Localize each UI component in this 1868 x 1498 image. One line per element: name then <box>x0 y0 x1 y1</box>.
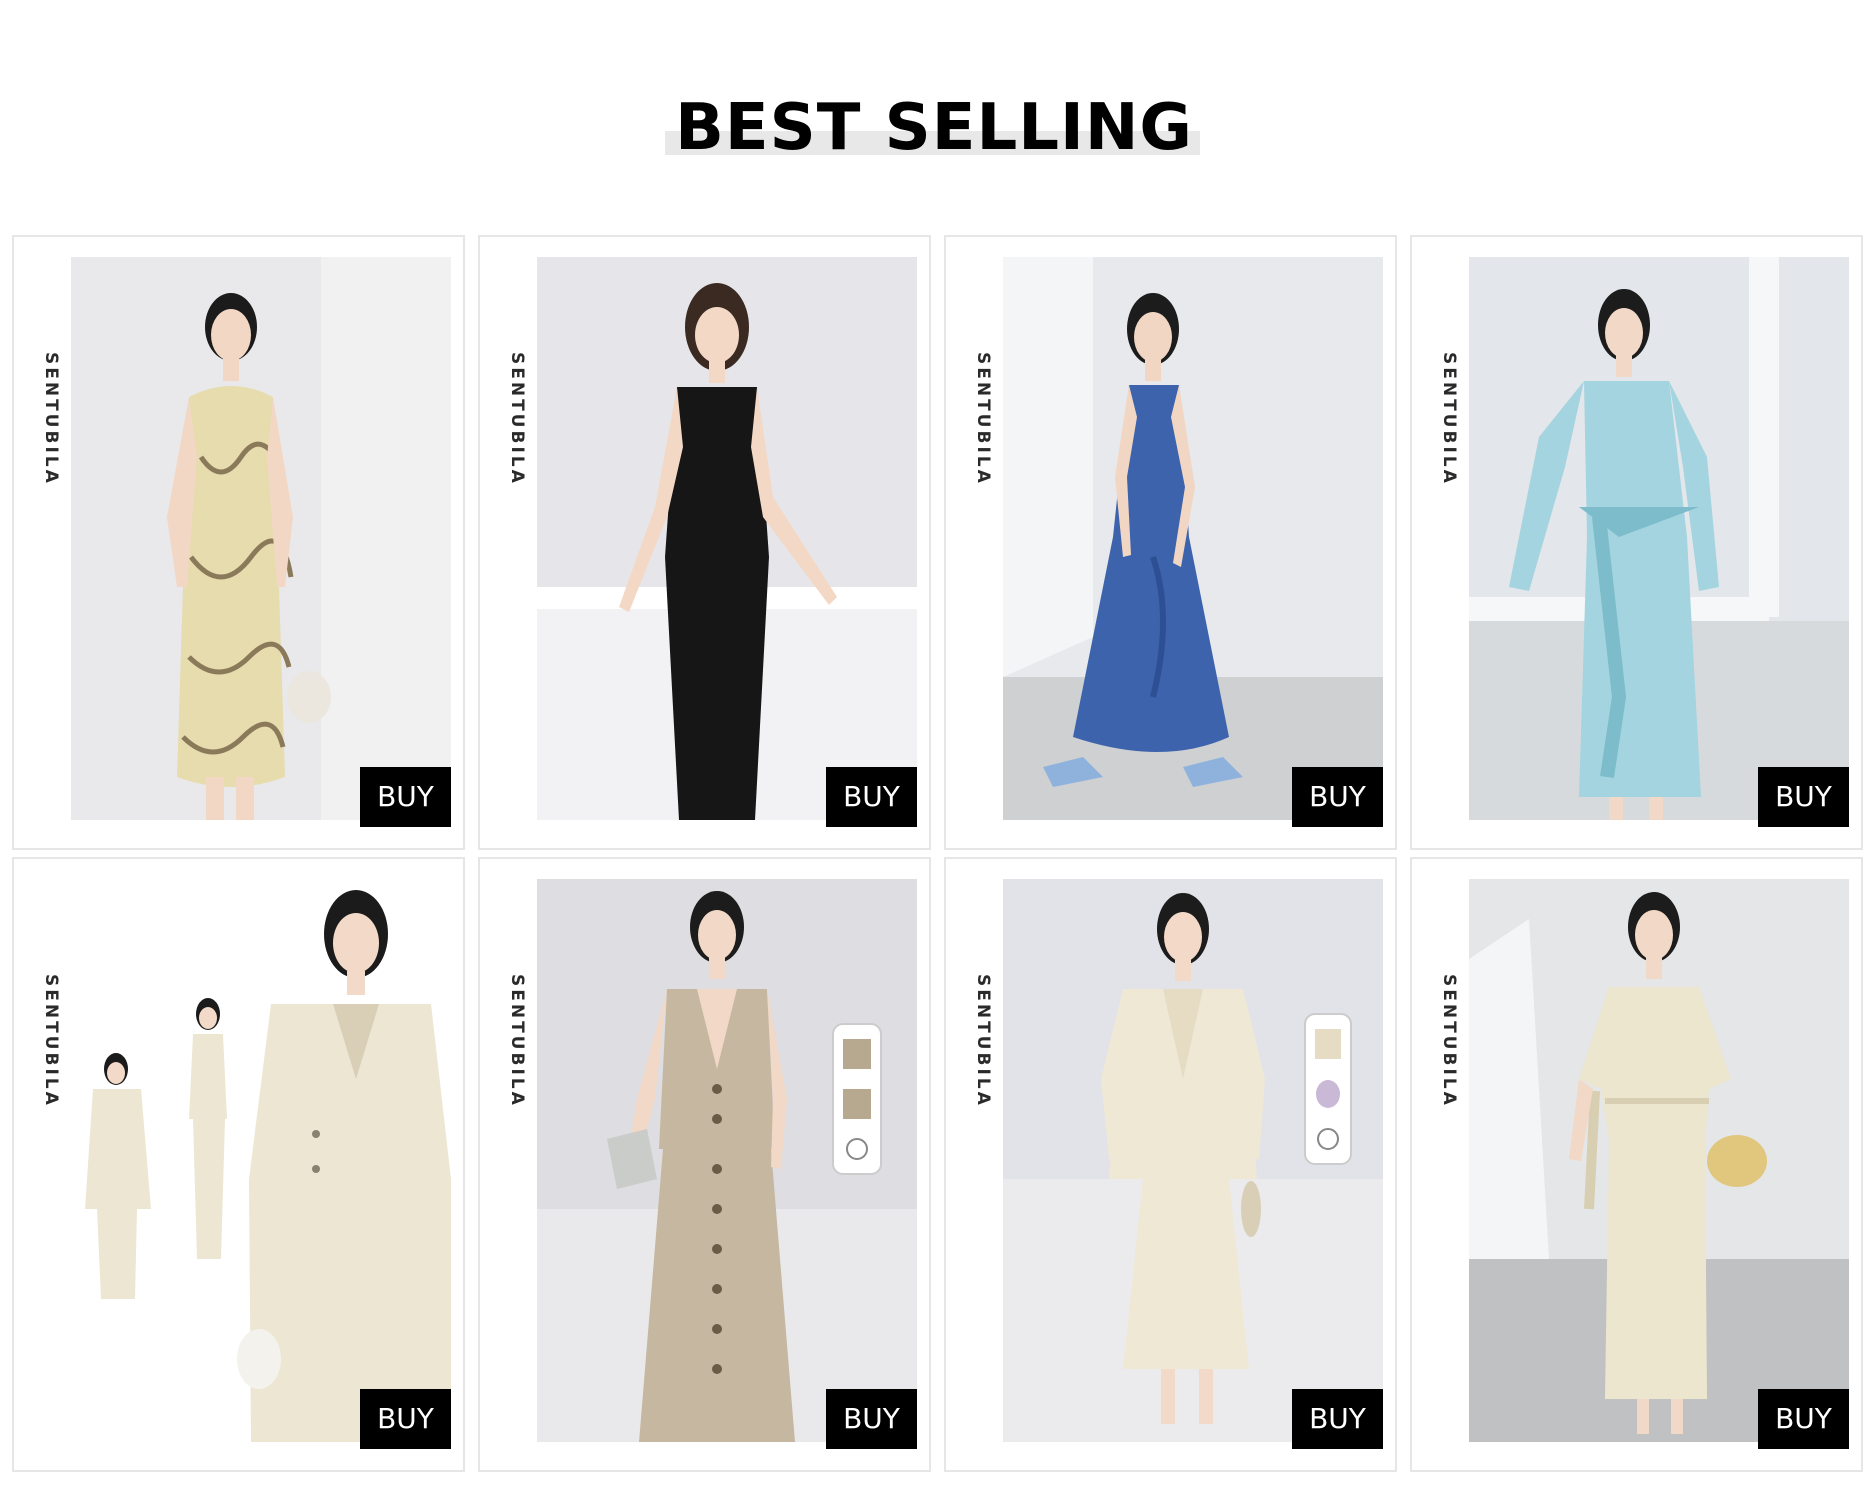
brand-label: SENTUBILA <box>1439 974 1459 1108</box>
product-grid: SENTUBILA BUY SENTUBILA BUY SENTUBILA BU… <box>12 235 1866 1475</box>
buy-button[interactable]: BUY <box>1292 767 1383 827</box>
buy-button[interactable]: BUY <box>360 1389 451 1449</box>
model-illustration <box>1003 879 1383 1442</box>
brand-label: SENTUBILA <box>973 352 993 486</box>
brand-label: SENTUBILA <box>41 974 61 1108</box>
model-illustration <box>1469 257 1849 820</box>
buy-button[interactable]: BUY <box>1292 1389 1383 1449</box>
product-image[interactable] <box>537 257 917 820</box>
product-card: SENTUBILA BUY <box>478 235 931 850</box>
product-image[interactable] <box>1469 879 1849 1442</box>
buy-button[interactable]: BUY <box>1758 767 1849 827</box>
product-card: SENTUBILA BUY <box>1410 857 1863 1472</box>
section-header: BEST SELLING <box>0 0 1868 200</box>
product-image[interactable] <box>71 879 451 1442</box>
buy-button[interactable]: BUY <box>1758 1389 1849 1449</box>
buy-button[interactable]: BUY <box>826 1389 917 1449</box>
buy-button[interactable]: BUY <box>826 767 917 827</box>
product-image[interactable] <box>1003 257 1383 820</box>
product-card: SENTUBILA BUY <box>12 857 465 1472</box>
brand-label: SENTUBILA <box>41 352 61 486</box>
product-card: SENTUBILA BUY <box>944 235 1397 850</box>
model-illustration <box>71 879 451 1442</box>
model-illustration <box>1469 879 1849 1442</box>
model-illustration <box>71 257 451 820</box>
product-card: SENTUBILA BUY <box>944 857 1397 1472</box>
section-title: BEST SELLING <box>675 91 1193 165</box>
model-illustration <box>537 879 917 1442</box>
buy-button[interactable]: BUY <box>360 767 451 827</box>
product-card: SENTUBILA BUY <box>478 857 931 1472</box>
product-card: SENTUBILA BUY <box>12 235 465 850</box>
product-image[interactable] <box>71 257 451 820</box>
product-image[interactable] <box>1469 257 1849 820</box>
brand-label: SENTUBILA <box>973 974 993 1108</box>
brand-label: SENTUBILA <box>507 352 527 486</box>
brand-label: SENTUBILA <box>507 974 527 1108</box>
brand-label: SENTUBILA <box>1439 352 1459 486</box>
product-image[interactable] <box>537 879 917 1442</box>
model-illustration <box>537 257 917 820</box>
model-illustration <box>1003 257 1383 820</box>
product-image[interactable] <box>1003 879 1383 1442</box>
product-card: SENTUBILA BUY <box>1410 235 1863 850</box>
